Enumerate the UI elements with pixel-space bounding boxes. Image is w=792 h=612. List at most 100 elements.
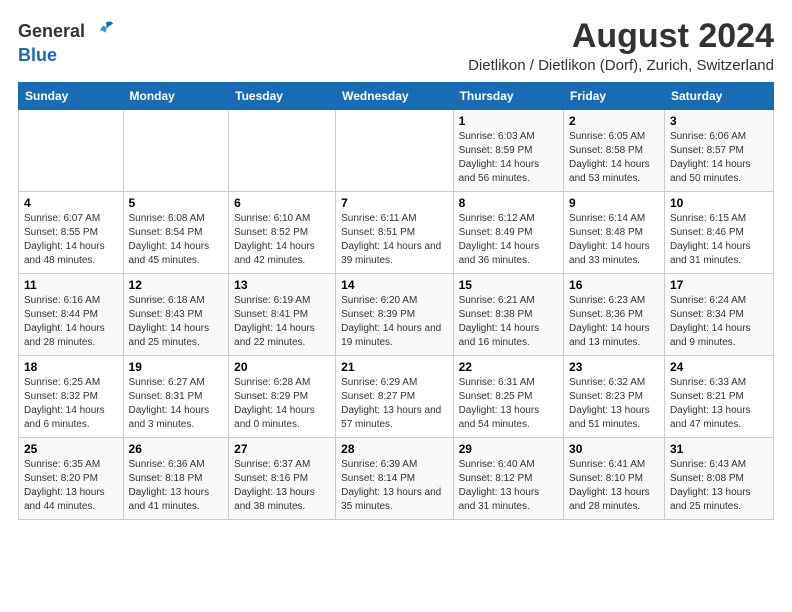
day-cell: 13Sunrise: 6:19 AMSunset: 8:41 PMDayligh… bbox=[229, 274, 336, 356]
day-info: Sunrise: 6:29 AMSunset: 8:27 PMDaylight:… bbox=[341, 376, 447, 432]
day-info: Sunrise: 6:05 AMSunset: 8:58 PMDaylight:… bbox=[569, 130, 659, 186]
logo-bird-icon bbox=[87, 18, 115, 46]
day-cell: 24 Sunrise: 6:33 AMSunset: 8:21 PMDayligh… bbox=[664, 356, 773, 438]
header-day-sunday: Sunday bbox=[19, 83, 124, 110]
day-info: Sunrise: 6:07 AMSunset: 8:55 PMDaylight:… bbox=[24, 212, 118, 268]
day-cell: 16 Sunrise: 6:23 AMSunset: 8:36 PMDayligh… bbox=[564, 274, 665, 356]
day-cell bbox=[229, 110, 336, 192]
day-info: Sunrise: 6:27 AMSunset: 8:31 PMDaylight:… bbox=[129, 376, 224, 432]
day-number: 14 bbox=[341, 278, 447, 292]
day-info: Sunrise: 6:10 AMSunset: 8:52 PMDaylight:… bbox=[234, 212, 330, 268]
day-number: 12 bbox=[129, 278, 224, 292]
logo-text-general: General bbox=[18, 22, 85, 42]
day-info: Sunrise: 6:03 AMSunset: 8:59 PMDaylight:… bbox=[459, 130, 558, 186]
day-cell bbox=[123, 110, 229, 192]
day-cell: 17 Sunrise: 6:24 AMSunset: 8:34 PMDayligh… bbox=[664, 274, 773, 356]
header-row: SundayMondayTuesdayWednesdayThursdayFrid… bbox=[19, 83, 774, 110]
day-number: 21 bbox=[341, 360, 447, 374]
header-day-tuesday: Tuesday bbox=[229, 83, 336, 110]
day-info: Sunrise: 6:28 AMSunset: 8:29 PMDaylight:… bbox=[234, 376, 330, 432]
day-number: 15 bbox=[459, 278, 558, 292]
day-info: Sunrise: 6:23 AMSunset: 8:36 PMDaylight:… bbox=[569, 294, 659, 350]
day-cell: 27 Sunrise: 6:37 AMSunset: 8:16 PMDayligh… bbox=[229, 438, 336, 520]
day-number: 18 bbox=[24, 360, 118, 374]
header-day-saturday: Saturday bbox=[664, 83, 773, 110]
day-cell: 21 Sunrise: 6:29 AMSunset: 8:27 PMDayligh… bbox=[336, 356, 453, 438]
day-cell: 3Sunrise: 6:06 AMSunset: 8:57 PMDaylight… bbox=[664, 110, 773, 192]
day-cell: 12 Sunrise: 6:18 AMSunset: 8:43 PMDayligh… bbox=[123, 274, 229, 356]
day-number: 26 bbox=[129, 442, 224, 456]
day-cell: 19 Sunrise: 6:27 AMSunset: 8:31 PMDayligh… bbox=[123, 356, 229, 438]
day-cell: 31Sunrise: 6:43 AMSunset: 8:08 PMDayligh… bbox=[664, 438, 773, 520]
week-row-2: 4 Sunrise: 6:07 AMSunset: 8:55 PMDaylight… bbox=[19, 192, 774, 274]
header-day-wednesday: Wednesday bbox=[336, 83, 453, 110]
logo: General Blue bbox=[18, 18, 115, 66]
day-info: Sunrise: 6:33 AMSunset: 8:21 PMDaylight:… bbox=[670, 376, 768, 432]
day-number: 1 bbox=[459, 114, 558, 128]
day-number: 3 bbox=[670, 114, 768, 128]
day-cell: 20Sunrise: 6:28 AMSunset: 8:29 PMDayligh… bbox=[229, 356, 336, 438]
day-number: 19 bbox=[129, 360, 224, 374]
day-number: 24 bbox=[670, 360, 768, 374]
day-number: 30 bbox=[569, 442, 659, 456]
day-number: 4 bbox=[24, 196, 118, 210]
day-number: 16 bbox=[569, 278, 659, 292]
day-cell: 7 Sunrise: 6:11 AMSunset: 8:51 PMDaylight… bbox=[336, 192, 453, 274]
day-cell: 18Sunrise: 6:25 AMSunset: 8:32 PMDayligh… bbox=[19, 356, 124, 438]
day-info: Sunrise: 6:20 AMSunset: 8:39 PMDaylight:… bbox=[341, 294, 447, 350]
header-day-monday: Monday bbox=[123, 83, 229, 110]
day-info: Sunrise: 6:35 AMSunset: 8:20 PMDaylight:… bbox=[24, 458, 118, 514]
week-row-3: 11Sunrise: 6:16 AMSunset: 8:44 PMDayligh… bbox=[19, 274, 774, 356]
day-info: Sunrise: 6:12 AMSunset: 8:49 PMDaylight:… bbox=[459, 212, 558, 268]
header-area: General Blue August 2024 Dietlikon / Die… bbox=[18, 18, 774, 74]
day-number: 22 bbox=[459, 360, 558, 374]
day-info: Sunrise: 6:41 AMSunset: 8:10 PMDaylight:… bbox=[569, 458, 659, 514]
day-cell: 30 Sunrise: 6:41 AMSunset: 8:10 PMDayligh… bbox=[564, 438, 665, 520]
day-cell: 5Sunrise: 6:08 AMSunset: 8:54 PMDaylight… bbox=[123, 192, 229, 274]
day-info: Sunrise: 6:40 AMSunset: 8:12 PMDaylight:… bbox=[459, 458, 558, 514]
day-number: 23 bbox=[569, 360, 659, 374]
header-day-thursday: Thursday bbox=[453, 83, 563, 110]
day-info: Sunrise: 6:15 AMSunset: 8:46 PMDaylight:… bbox=[670, 212, 768, 268]
day-info: Sunrise: 6:19 AMSunset: 8:41 PMDaylight:… bbox=[234, 294, 330, 350]
day-cell: 23 Sunrise: 6:32 AMSunset: 8:23 PMDayligh… bbox=[564, 356, 665, 438]
day-number: 27 bbox=[234, 442, 330, 456]
day-number: 9 bbox=[569, 196, 659, 210]
page: General Blue August 2024 Dietlikon / Die… bbox=[0, 0, 792, 612]
day-cell: 2Sunrise: 6:05 AMSunset: 8:58 PMDaylight… bbox=[564, 110, 665, 192]
day-cell bbox=[336, 110, 453, 192]
day-number: 25 bbox=[24, 442, 118, 456]
day-cell: 14 Sunrise: 6:20 AMSunset: 8:39 PMDayligh… bbox=[336, 274, 453, 356]
day-info: Sunrise: 6:37 AMSunset: 8:16 PMDaylight:… bbox=[234, 458, 330, 514]
week-row-5: 25 Sunrise: 6:35 AMSunset: 8:20 PMDayligh… bbox=[19, 438, 774, 520]
main-title: August 2024 bbox=[468, 18, 774, 55]
day-cell: 4 Sunrise: 6:07 AMSunset: 8:55 PMDaylight… bbox=[19, 192, 124, 274]
day-cell: 25 Sunrise: 6:35 AMSunset: 8:20 PMDayligh… bbox=[19, 438, 124, 520]
subtitle: Dietlikon / Dietlikon (Dorf), Zurich, Sw… bbox=[468, 57, 774, 74]
day-info: Sunrise: 6:31 AMSunset: 8:25 PMDaylight:… bbox=[459, 376, 558, 432]
day-number: 31 bbox=[670, 442, 768, 456]
day-cell: 28 Sunrise: 6:39 AMSunset: 8:14 PMDayligh… bbox=[336, 438, 453, 520]
day-info: Sunrise: 6:18 AMSunset: 8:43 PMDaylight:… bbox=[129, 294, 224, 350]
day-cell: 22 Sunrise: 6:31 AMSunset: 8:25 PMDayligh… bbox=[453, 356, 563, 438]
day-info: Sunrise: 6:16 AMSunset: 8:44 PMDaylight:… bbox=[24, 294, 118, 350]
day-info: Sunrise: 6:24 AMSunset: 8:34 PMDaylight:… bbox=[670, 294, 768, 350]
day-number: 17 bbox=[670, 278, 768, 292]
day-cell: 6 Sunrise: 6:10 AMSunset: 8:52 PMDaylight… bbox=[229, 192, 336, 274]
day-number: 6 bbox=[234, 196, 330, 210]
day-info: Sunrise: 6:36 AMSunset: 8:18 PMDaylight:… bbox=[129, 458, 224, 514]
day-info: Sunrise: 6:39 AMSunset: 8:14 PMDaylight:… bbox=[341, 458, 447, 514]
week-row-4: 18Sunrise: 6:25 AMSunset: 8:32 PMDayligh… bbox=[19, 356, 774, 438]
calendar-table: SundayMondayTuesdayWednesdayThursdayFrid… bbox=[18, 82, 774, 520]
day-info: Sunrise: 6:08 AMSunset: 8:54 PMDaylight:… bbox=[129, 212, 224, 268]
week-row-1: 1 Sunrise: 6:03 AMSunset: 8:59 PMDaylight… bbox=[19, 110, 774, 192]
day-info: Sunrise: 6:11 AMSunset: 8:51 PMDaylight:… bbox=[341, 212, 447, 268]
day-cell: 11Sunrise: 6:16 AMSunset: 8:44 PMDayligh… bbox=[19, 274, 124, 356]
day-cell: 15Sunrise: 6:21 AMSunset: 8:38 PMDayligh… bbox=[453, 274, 563, 356]
day-cell: 10Sunrise: 6:15 AMSunset: 8:46 PMDayligh… bbox=[664, 192, 773, 274]
day-cell: 29Sunrise: 6:40 AMSunset: 8:12 PMDayligh… bbox=[453, 438, 563, 520]
day-number: 7 bbox=[341, 196, 447, 210]
day-info: Sunrise: 6:14 AMSunset: 8:48 PMDaylight:… bbox=[569, 212, 659, 268]
day-info: Sunrise: 6:32 AMSunset: 8:23 PMDaylight:… bbox=[569, 376, 659, 432]
day-number: 28 bbox=[341, 442, 447, 456]
